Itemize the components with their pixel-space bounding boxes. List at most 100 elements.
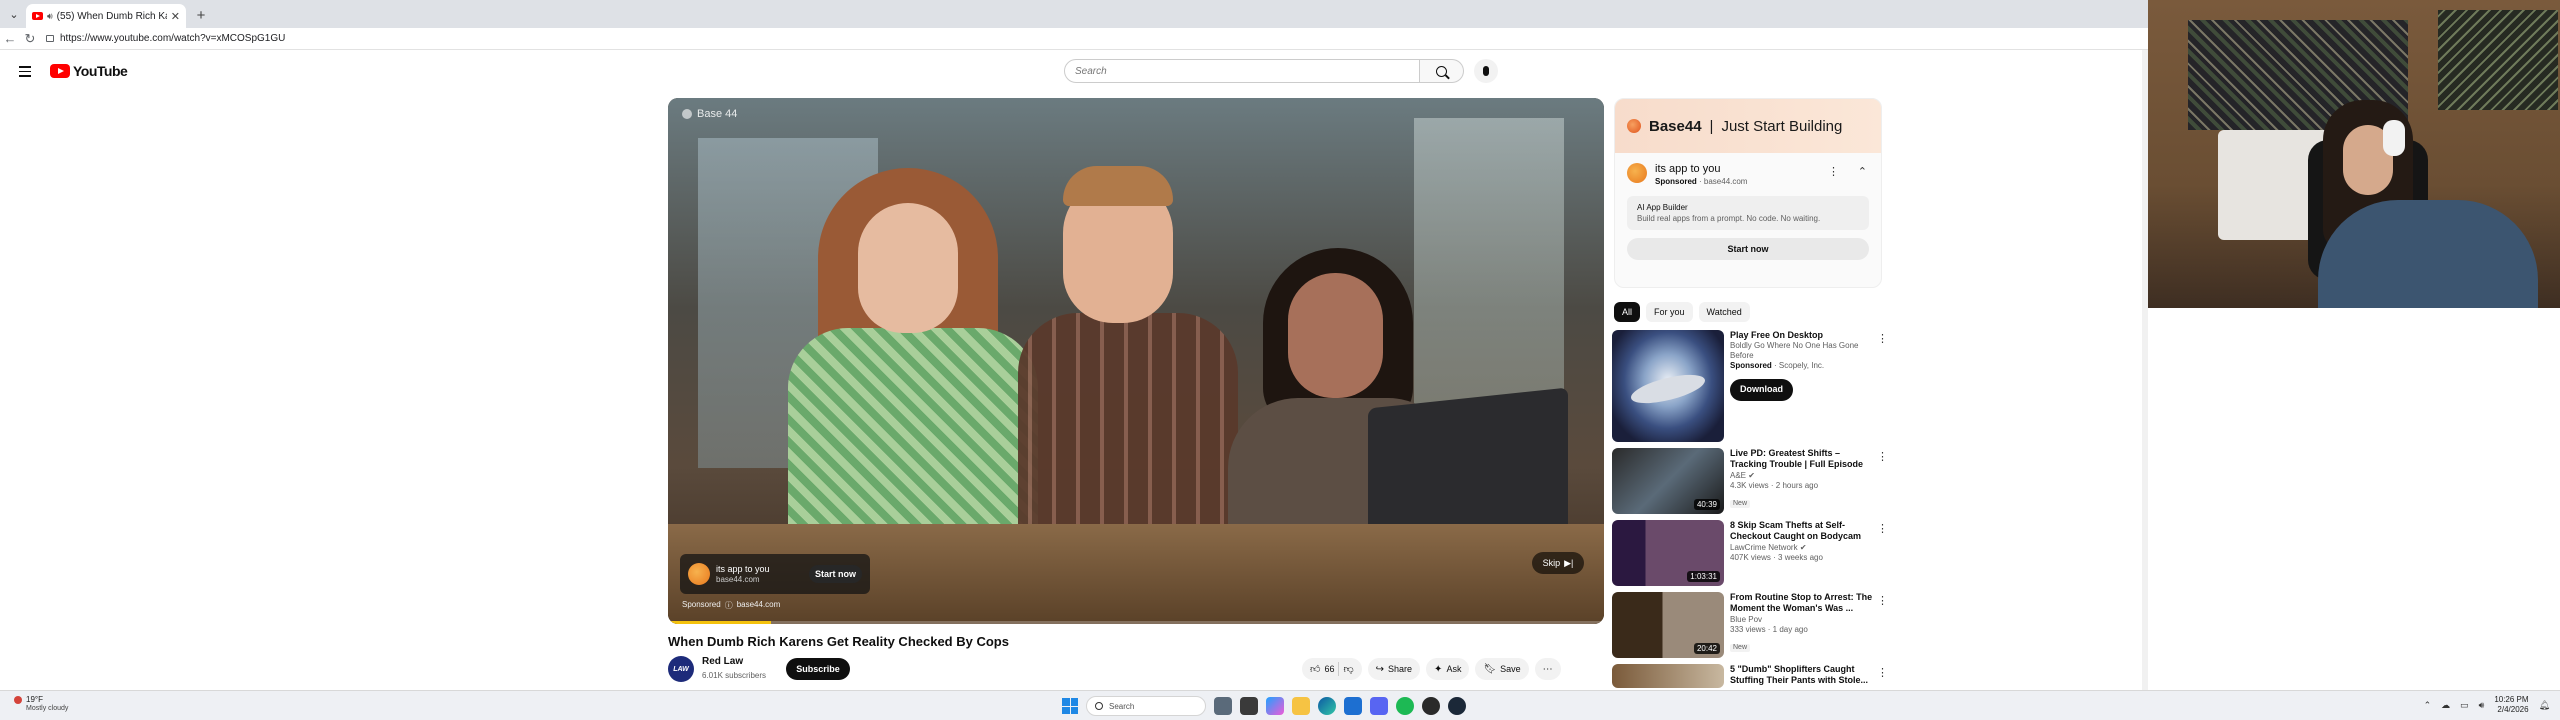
clock[interactable]: 10:26 PM 2/4/2026	[2494, 695, 2528, 715]
tab-list-button[interactable]: ⌄	[4, 3, 24, 25]
search-input[interactable]: Search	[1064, 59, 1420, 83]
ad-overlay-card[interactable]: its app to you base44.com Start now	[680, 554, 870, 594]
list-item[interactable]: 20:42 From Routine Stop to Arrest: The M…	[1612, 592, 1892, 658]
channel-avatar[interactable]: LAW	[668, 656, 694, 682]
browser-tab[interactable]: 🔊︎ (55) When Dumb Rich Karens Get Realit…	[26, 4, 186, 28]
edge-icon[interactable]	[1318, 697, 1336, 715]
ad-title[interactable]: its app to you	[1655, 163, 1747, 175]
thumbnail[interactable]: 20:42	[1612, 592, 1724, 658]
banner-brand: Base44	[1649, 117, 1702, 135]
like-dislike-group: 👍︎ 66 👎︎	[1302, 658, 1362, 680]
brand-logo-icon	[682, 109, 692, 119]
video-player[interactable]: Base 44 its app to you base44.com Start …	[668, 98, 1604, 624]
more-actions-button[interactable]: ⋯	[1534, 658, 1561, 680]
webcam-overlay	[2148, 0, 2560, 308]
chevron-up-icon[interactable]: ⌃	[2424, 700, 2432, 711]
base44-logo-icon	[1627, 119, 1641, 133]
thumbs-down-icon[interactable]: 👎︎	[1343, 663, 1353, 675]
download-button[interactable]: Download	[1730, 379, 1793, 401]
skip-ad-button[interactable]: Skip ▶|	[1532, 552, 1584, 574]
info-icon[interactable]: ⓘ	[725, 600, 733, 611]
rec-title[interactable]: Live PD: Greatest Shifts – Tracking Trou…	[1730, 448, 1876, 471]
close-icon[interactable]: ✕	[171, 10, 180, 23]
chevron-up-icon[interactable]: ⌃	[1858, 165, 1867, 178]
ad-card-domain: base44.com	[716, 574, 760, 584]
list-item[interactable]: 40:39 Live PD: Greatest Shifts – Trackin…	[1612, 448, 1892, 514]
more-vertical-icon[interactable]: ⋮	[1877, 594, 1888, 607]
filter-chips: All For you Watched	[1614, 302, 1750, 322]
steam-icon[interactable]	[1448, 697, 1466, 715]
thumbs-up-icon[interactable]: 👍︎	[1310, 663, 1320, 675]
rec-channel-line: A&E ✔	[1730, 471, 1876, 481]
progress-bar[interactable]	[668, 621, 1604, 624]
reload-icon[interactable]: ↻	[20, 31, 40, 47]
list-item[interactable]: 5 "Dumb" Shoplifters Caught Stuffing The…	[1612, 664, 1892, 688]
save-button[interactable]: 🔖︎ Save	[1475, 658, 1529, 680]
file-explorer-icon[interactable]	[1292, 697, 1310, 715]
thumbnail[interactable]: 40:39	[1612, 448, 1724, 514]
ad-banner[interactable]: Base44 | Just Start Building	[1615, 99, 1881, 153]
youtube-logo[interactable]: YouTube	[50, 63, 128, 79]
search-button[interactable]	[1420, 59, 1464, 83]
more-vertical-icon[interactable]: ⋮	[1877, 522, 1888, 535]
ask-button[interactable]: ✦ Ask	[1426, 658, 1470, 680]
url-field[interactable]: https://www.youtube.com/watch?v=xMCOSpG1…	[46, 31, 2138, 47]
chip-for-you[interactable]: For you	[1646, 302, 1693, 322]
temperature: 19°F	[26, 695, 43, 704]
ad-brand-watermark: Base 44	[682, 108, 737, 120]
rec-title[interactable]: 5 "Dumb" Shoplifters Caught Stuffing The…	[1730, 664, 1876, 687]
widgets-icon[interactable]	[1240, 697, 1258, 715]
mail-icon[interactable]	[1344, 697, 1362, 715]
list-item[interactable]: 1:03:31 8 Skip Scam Thefts at Self-Check…	[1612, 520, 1892, 586]
notification-icon[interactable]: 🔔︎	[2539, 700, 2550, 711]
sponsored-domain[interactable]: base44.com	[737, 600, 781, 611]
new-tab-button[interactable]: +	[190, 4, 212, 26]
url-text: https://www.youtube.com/watch?v=xMCOSpG1…	[60, 33, 286, 44]
discord-icon[interactable]	[1370, 697, 1388, 715]
like-count[interactable]: 66	[1324, 664, 1334, 674]
more-vertical-icon[interactable]: ⋮	[1877, 450, 1888, 463]
cloud-icon[interactable]: ☁	[2441, 700, 2450, 711]
monitor-icon[interactable]: ▭	[2460, 700, 2469, 711]
start-now-button[interactable]: Start now	[808, 565, 862, 583]
sparkle-icon: ✦	[1434, 663, 1443, 675]
share-button[interactable]: ↪ Share	[1367, 658, 1421, 680]
thumbnail[interactable]: 1:03:31	[1612, 520, 1724, 586]
speaker-icon[interactable]: 🔊︎	[47, 11, 53, 22]
thumbnail[interactable]	[1612, 330, 1724, 442]
rec-title[interactable]: From Routine Stop to Arrest: The Moment …	[1730, 592, 1876, 615]
scene-window-right	[1414, 118, 1564, 418]
weather-widget[interactable]: 19°F Mostly cloudy	[14, 695, 68, 713]
hamburger-menu-icon[interactable]	[19, 66, 31, 80]
more-vertical-icon[interactable]: ⋮	[1828, 165, 1839, 178]
headset-icon	[2383, 120, 2405, 156]
back-arrow-icon[interactable]: ←	[0, 31, 20, 46]
logo-text: YouTube	[73, 63, 128, 79]
chip-all[interactable]: All	[1614, 302, 1641, 322]
microphone-icon	[1483, 66, 1489, 76]
more-vertical-icon[interactable]: ⋮	[1877, 332, 1888, 345]
duration-badge: 20:42	[1693, 643, 1720, 654]
rec-title[interactable]: 8 Skip Scam Thefts at Self-Checkout Caug…	[1730, 520, 1876, 543]
channel-name[interactable]: Red Law	[702, 656, 743, 667]
spotify-icon[interactable]	[1396, 697, 1414, 715]
sidebar-ad-panel: Base44 | Just Start Building its app to …	[1614, 98, 1882, 288]
volume-icon[interactable]: 🔊︎	[2479, 700, 2485, 711]
voice-search-button[interactable]	[1474, 59, 1498, 83]
obs-icon[interactable]	[1422, 697, 1440, 715]
subscribe-button[interactable]: Subscribe	[786, 658, 850, 680]
windows-taskbar: 19°F Mostly cloudy Search ⌃ ☁ ▭ 🔊︎ 10:26…	[0, 690, 2560, 720]
taskbar-search[interactable]: Search	[1086, 696, 1206, 716]
task-view-icon[interactable]	[1214, 697, 1232, 715]
thumbnail[interactable]	[1612, 664, 1724, 688]
windows-start-icon[interactable]	[1062, 698, 1078, 714]
subscriber-count: 6.01K subscribers	[702, 671, 767, 680]
copilot-icon[interactable]	[1266, 697, 1284, 715]
scene-person-1-face	[858, 203, 958, 333]
taskbar-apps: Search	[1062, 696, 1466, 716]
rec-title[interactable]: Play Free On Desktop	[1730, 330, 1876, 341]
list-item[interactable]: Play Free On Desktop Boldly Go Where No …	[1612, 330, 1892, 442]
chip-watched[interactable]: Watched	[1698, 302, 1750, 322]
ad-start-now-button[interactable]: Start now	[1627, 238, 1869, 261]
more-vertical-icon[interactable]: ⋮	[1877, 666, 1888, 679]
